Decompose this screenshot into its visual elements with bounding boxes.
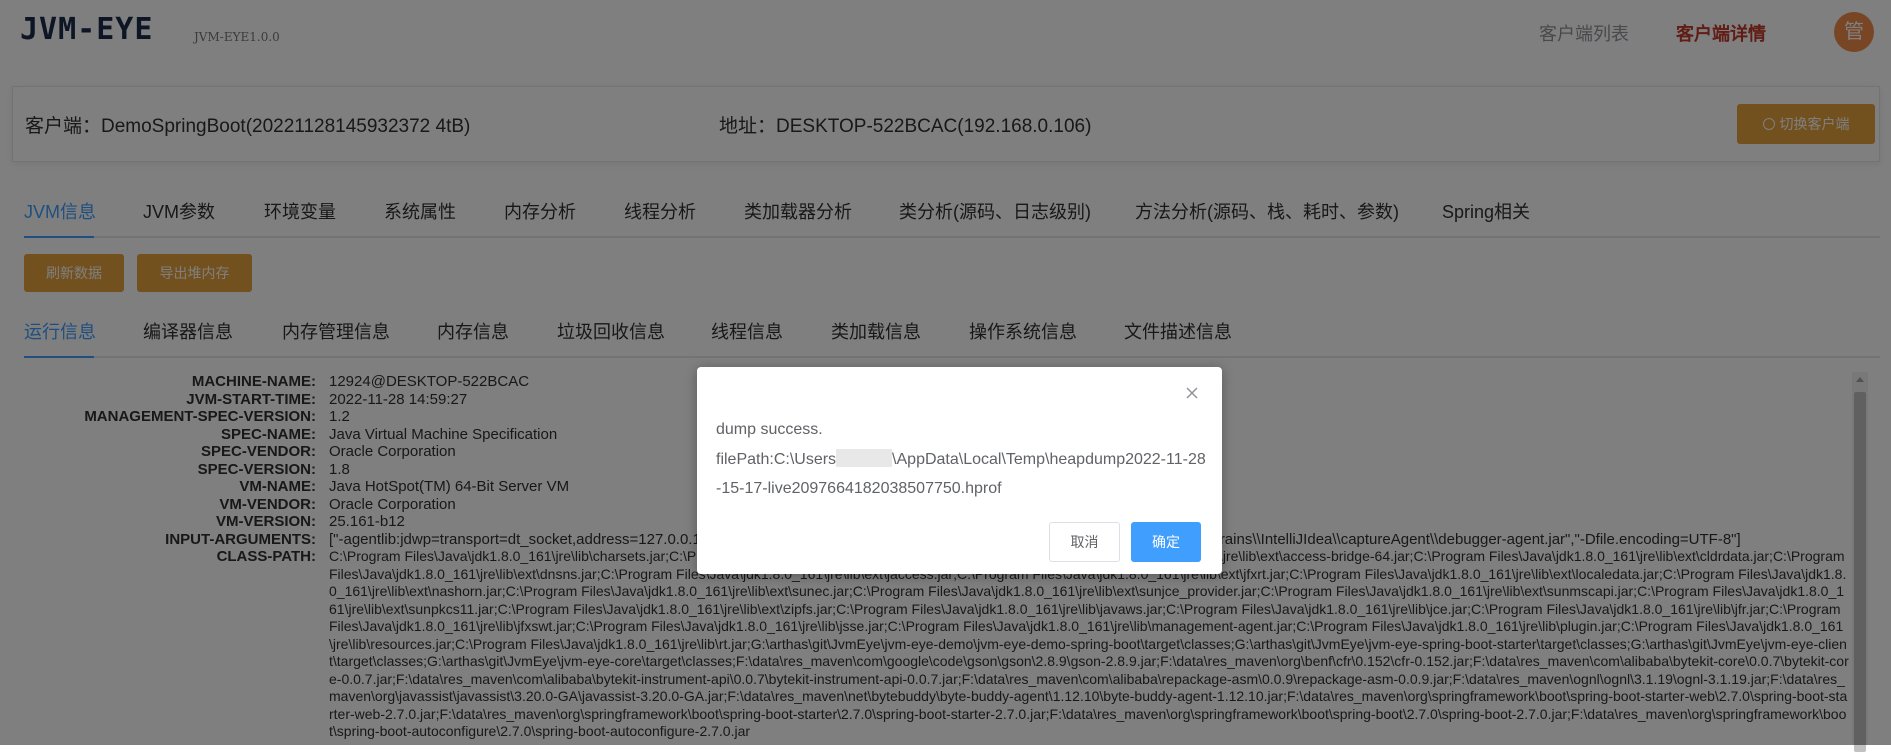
file-path-prefix: filePath:C:\Users: [716, 450, 837, 468]
redacted-username: [836, 448, 893, 467]
dialog-message: dump success. filePath:C:\Users \AppData\…: [716, 415, 1206, 504]
confirm-button[interactable]: 确定: [1131, 522, 1201, 562]
cancel-button[interactable]: 取消: [1049, 522, 1120, 562]
dialog-message-line1: dump success.: [716, 421, 823, 438]
dump-success-dialog: dump success. filePath:C:\Users \AppData\…: [697, 367, 1222, 574]
dialog-file-path: filePath:C:\Users \AppData\Local\Temp\hea…: [716, 445, 1206, 504]
close-icon[interactable]: [1184, 385, 1200, 401]
